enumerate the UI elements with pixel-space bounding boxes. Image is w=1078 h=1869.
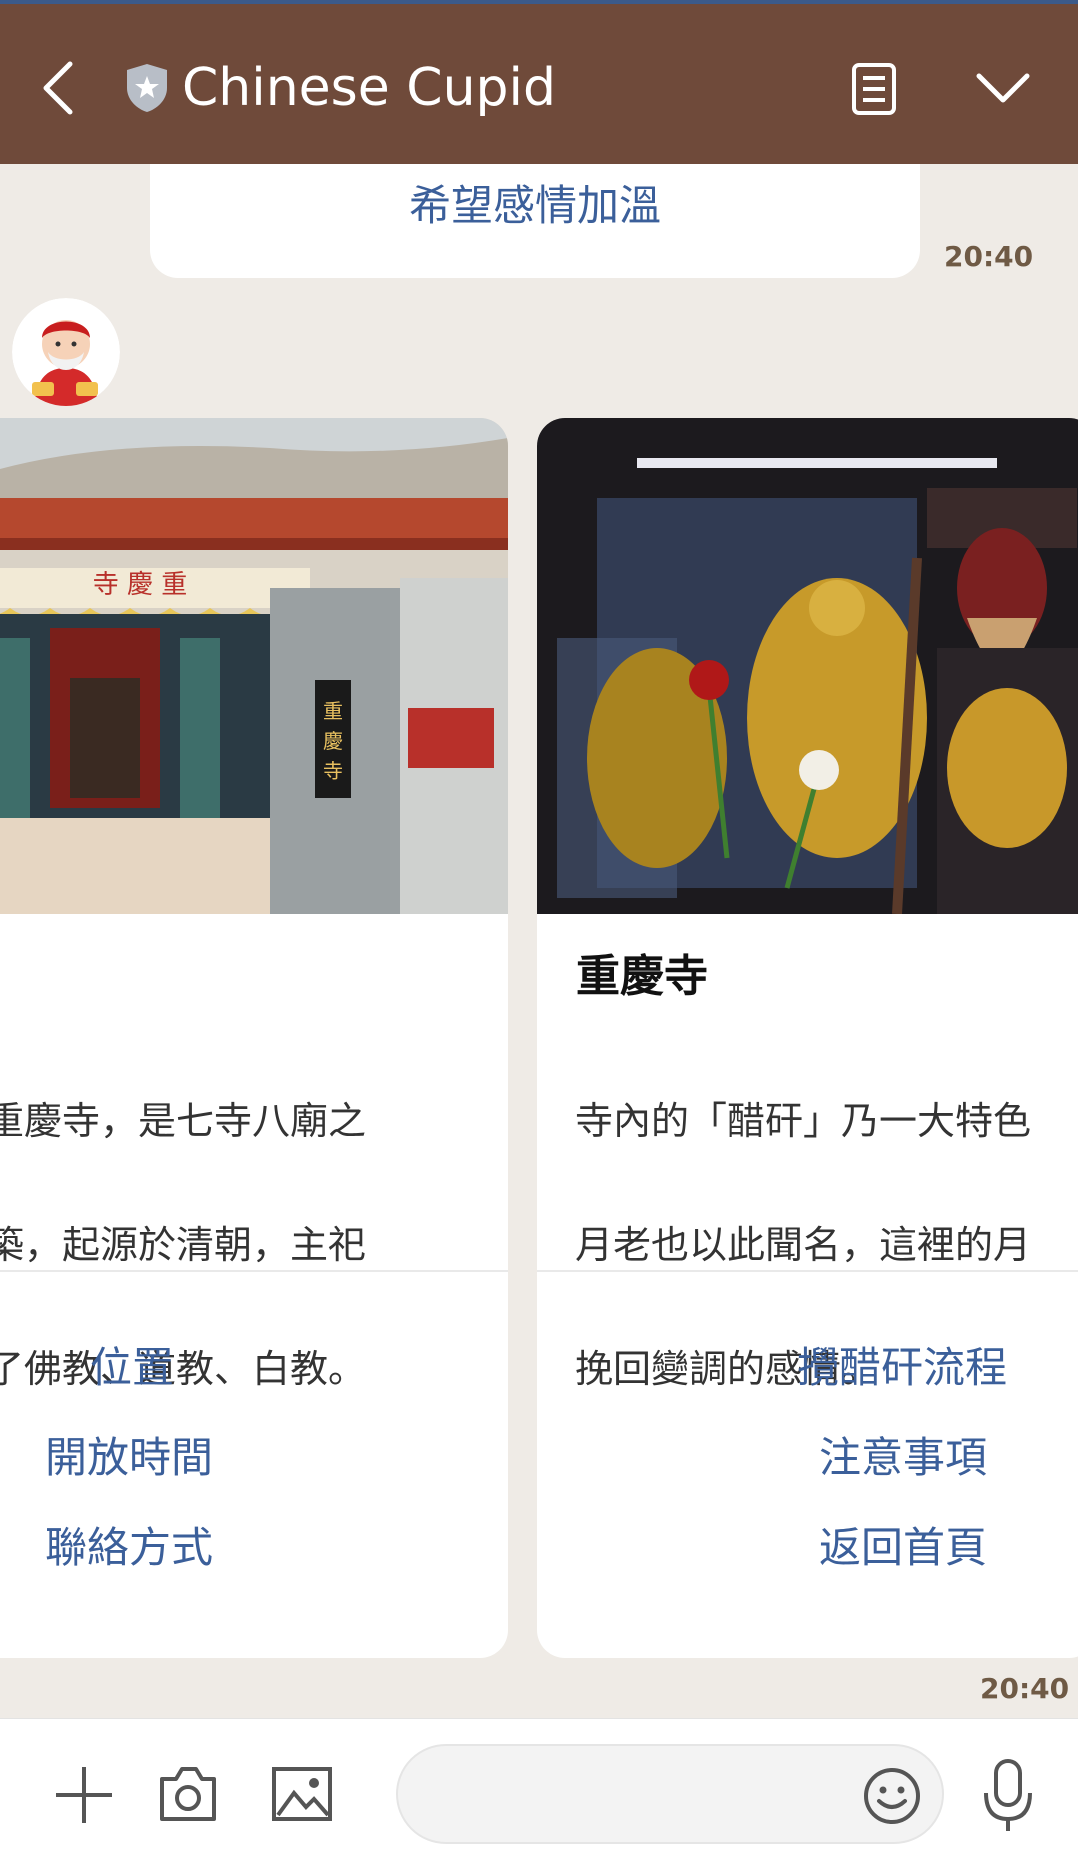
opening-hours-button[interactable]: 開放時間 [45,1424,213,1485]
svg-text:寺: 寺 [323,759,343,783]
message-timestamp: 20:40 [944,240,1034,273]
bot-avatar[interactable] [12,298,120,406]
camera-icon[interactable] [156,1765,220,1823]
input-bar [0,1718,1078,1869]
card-title: 重慶寺 [576,951,708,1002]
chat-title: Chinese Cupid [182,58,557,118]
carousel-timestamp: 20:40 [980,1672,1070,1705]
message-bubble: 希望感情加溫 [150,164,920,278]
notes-button[interactable]: 注意事項 [819,1424,987,1485]
desc-line: 月老也以此聞名，這裡的月 [575,1223,1032,1267]
home-button[interactable]: 返回首頁 [819,1514,987,1575]
message-link-text[interactable]: 希望感情加溫 [150,172,920,233]
back-arrow-icon[interactable] [40,60,76,116]
notes-icon[interactable] [850,62,898,116]
location-button[interactable]: 位置 [90,1334,174,1395]
matchmaker-avatar-icon [12,298,120,406]
chevron-down-icon[interactable] [975,68,1031,108]
desc-line: 合了佛教、道教、白教。 [0,1347,367,1391]
desc-line: 建築，起源於清朝，主祀 [0,1223,367,1267]
image-icon[interactable] [270,1765,334,1823]
svg-text:慶: 慶 [323,729,343,753]
card-description: 寺內的「醋矸」乃一大特色 月老也以此聞名，這裡的月 挽回變調的感情。 [575,1028,1078,1462]
carousel-card-2: 重慶寺 寺內的「醋矸」乃一大特色 月老也以此聞名，這裡的月 挽回變調的感情。 攪… [537,418,1078,1658]
desc-line: 寺內的「醋矸」乃一大特色 [575,1099,1032,1143]
temple-photo: 重 慶 寺 寺 慶 重 [0,418,508,914]
divider [0,1270,508,1272]
microphone-icon[interactable] [980,1757,1036,1833]
chat-header: Chinese Cupid [0,0,1078,164]
message-input[interactable] [396,1744,944,1844]
divider [537,1270,1078,1272]
plus-icon[interactable] [52,1763,116,1827]
verified-shield-icon [127,64,167,112]
vinegar-process-button[interactable]: 攪醋矸流程 [797,1334,1007,1395]
emoji-icon[interactable] [862,1766,922,1826]
svg-text:重: 重 [323,699,343,723]
svg-text:寺 慶 重: 寺 慶 重 [93,570,188,600]
contact-button[interactable]: 聯絡方式 [45,1514,213,1575]
temple-interior-photo [537,418,1078,914]
carousel-card-1: 重 慶 寺 寺 慶 重 是重慶寺，是七寺八廟之 建築，起源於清朝，主祀 合了佛教… [0,418,508,1658]
card-description: 是重慶寺，是七寺八廟之 建築，起源於清朝，主祀 合了佛教、道教、白教。 [0,1028,508,1462]
desc-line: 是重慶寺，是七寺八廟之 [0,1099,367,1143]
